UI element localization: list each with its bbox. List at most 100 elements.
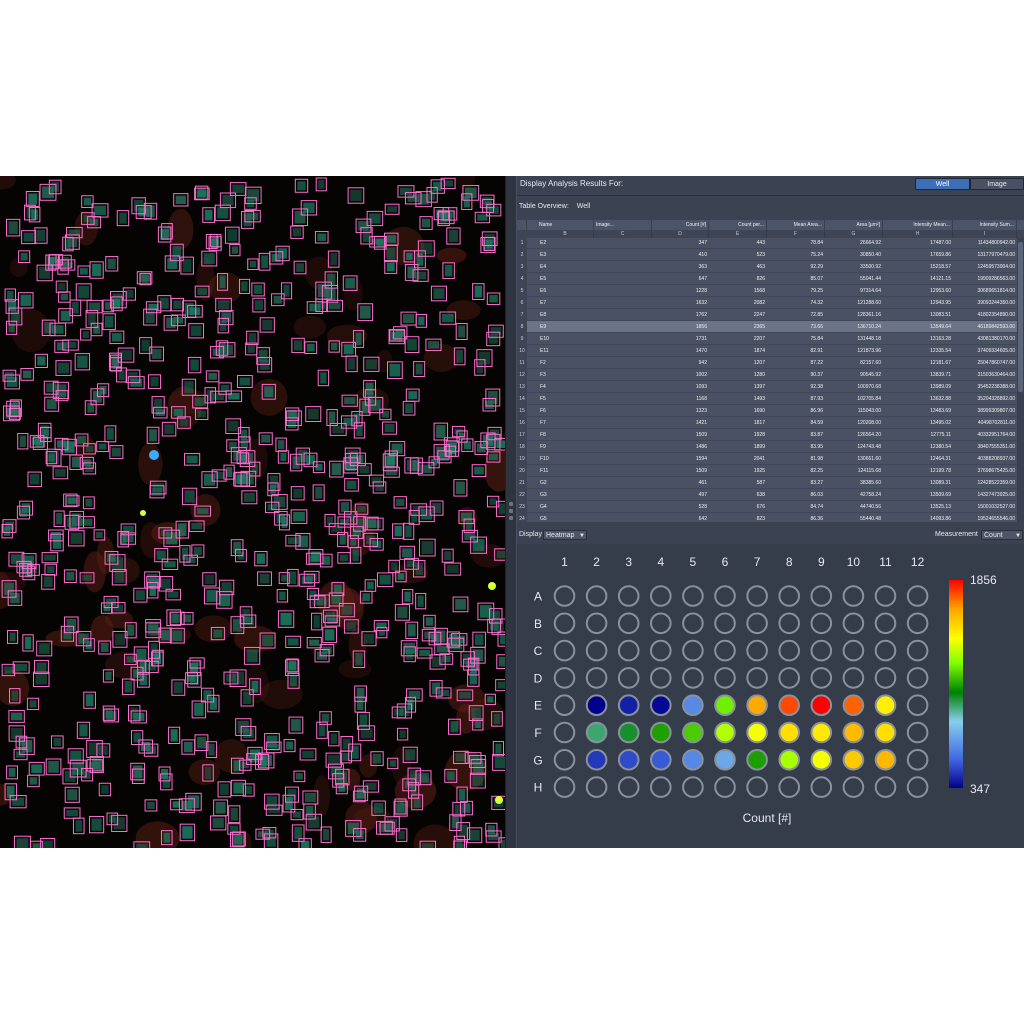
plate-well[interactable] [906, 667, 929, 689]
plate-well[interactable] [906, 721, 929, 744]
plate-well[interactable] [906, 612, 929, 635]
plate-well[interactable] [810, 585, 833, 607]
plate-well[interactable] [874, 667, 897, 689]
plate-well[interactable] [553, 639, 576, 662]
plate-well[interactable] [874, 694, 897, 716]
plate-well[interactable] [553, 749, 576, 771]
plate-well[interactable] [842, 721, 865, 744]
splitter[interactable] [505, 176, 517, 848]
plate-well[interactable] [746, 639, 768, 662]
plate-well[interactable] [553, 721, 576, 744]
plate-well[interactable] [778, 639, 801, 662]
table-body[interactable]: 1 E2 347 443 78.84 26664.92 17487.00 1143480094… [517, 238, 1024, 522]
plate-well[interactable] [650, 585, 672, 607]
plate-well[interactable] [842, 776, 865, 798]
plate-well[interactable] [650, 694, 672, 716]
plate-well[interactable] [650, 667, 672, 689]
plate-well[interactable] [617, 585, 640, 607]
table-row[interactable]: 11 F2 942 1207 87.22 82157.60 12181.67 25047860… [517, 357, 1017, 369]
plate-well[interactable] [778, 749, 801, 771]
plate-well[interactable] [778, 585, 801, 607]
plate-well[interactable] [714, 721, 736, 744]
plate-well[interactable] [778, 667, 801, 689]
plate-well[interactable] [810, 639, 833, 662]
plate-well[interactable] [682, 639, 704, 662]
table-row[interactable]: 4 E5 647 826 85.07 55041.44 14121.15 1990928656… [517, 273, 1017, 285]
table-row[interactable]: 5 E6 1228 1568 79.25 97314.64 12953.60 30689651… [517, 285, 1017, 297]
column-header[interactable]: Count per... [709, 220, 767, 230]
plate-well[interactable] [585, 749, 608, 771]
plate-well[interactable] [746, 612, 768, 635]
plate-well[interactable] [810, 721, 833, 744]
plate-well[interactable] [682, 776, 704, 798]
plate-well[interactable] [810, 612, 833, 635]
plate-well[interactable] [810, 667, 833, 689]
table-row[interactable]: 18 F9 1486 1899 83.95 124743.48 12380.54 384075… [517, 441, 1017, 453]
plate-well[interactable] [906, 694, 929, 716]
plate-well[interactable] [617, 721, 640, 744]
column-header[interactable]: Mean Area... [767, 220, 825, 230]
plate-well[interactable] [553, 776, 576, 798]
plate-well[interactable] [585, 639, 608, 662]
plate-well[interactable] [842, 585, 865, 607]
plate-well[interactable] [810, 749, 833, 771]
plate-well[interactable] [906, 585, 929, 607]
table-row[interactable]: 14 F5 1168 1493 87.93 102705.84 13632.88 352043… [517, 393, 1017, 405]
table-row[interactable]: 13 F4 1093 1397 92.38 100970.68 13989.09 354522… [517, 381, 1017, 393]
table-row[interactable]: 20 F11 1509 1925 82.25 124115.68 12199.78 37698… [517, 465, 1017, 477]
measurement-dropdown[interactable]: Count ▼ [981, 530, 1023, 540]
plate-well[interactable] [682, 721, 704, 744]
plate-well[interactable] [746, 749, 768, 771]
plate-well[interactable] [810, 776, 833, 798]
display-mode-dropdown[interactable]: Heatmap ▼ [543, 530, 587, 540]
plate-well[interactable] [842, 749, 865, 771]
toggle-well-button[interactable]: Well [915, 178, 970, 190]
plate-well[interactable] [746, 667, 768, 689]
plate-well[interactable] [585, 585, 608, 607]
plate-well[interactable] [778, 612, 801, 635]
column-header[interactable]: Area [µm²] [825, 220, 883, 230]
table-row[interactable]: 2 E3 410 523 75.24 30850.40 17659.86 1317797047… [517, 249, 1017, 261]
table-row[interactable]: 6 E7 1632 2082 74.32 121288.60 12943.95 3909324… [517, 297, 1017, 309]
plate-well[interactable] [585, 612, 608, 635]
plate-well[interactable] [906, 776, 929, 798]
plate-well[interactable] [842, 667, 865, 689]
results-table[interactable]: Name Image... Count [#] Count per... Mean Ar… [517, 220, 1024, 522]
table-row[interactable]: 3 E4 363 463 92.29 33500.92 15218.57 1245957300… [517, 261, 1017, 273]
table-row[interactable]: 1 E2 347 443 78.84 26664.92 17487.00 1143480094… [517, 238, 1017, 249]
plate-well[interactable] [714, 667, 736, 689]
plate-well[interactable] [874, 612, 897, 635]
table-row[interactable]: 7 E8 1762 2247 72.85 128361.16 13083.51 4180235… [517, 309, 1017, 321]
table-row[interactable]: 23 G4 528 676 84.74 44740.56 13525.13 150010325… [517, 501, 1017, 513]
plate-well[interactable] [617, 639, 640, 662]
table-row[interactable]: 8 E9 1856 2365 73.66 136710.24 13549.64 4618984… [517, 321, 1017, 333]
scrollbar-thumb[interactable] [1018, 242, 1023, 392]
plate-well[interactable] [617, 776, 640, 798]
column-header[interactable]: Name [537, 220, 594, 230]
plate-well[interactable] [746, 776, 768, 798]
plate-well[interactable] [842, 694, 865, 716]
plate-well[interactable] [906, 639, 929, 662]
plate-well[interactable] [585, 694, 608, 716]
plate-well[interactable] [650, 612, 672, 635]
plate-well[interactable] [553, 585, 576, 607]
plate-well[interactable] [617, 612, 640, 635]
column-header[interactable]: Intensity Mean... [883, 220, 953, 230]
plate-well[interactable] [842, 639, 865, 662]
plate-well[interactable] [617, 694, 640, 716]
plate-well[interactable] [906, 749, 929, 771]
plate-well[interactable] [553, 694, 576, 716]
plate-well[interactable] [650, 776, 672, 798]
plate-well[interactable] [746, 721, 768, 744]
plate-well[interactable] [714, 749, 736, 771]
toggle-image-button[interactable]: Image [970, 178, 1024, 190]
plate-well[interactable] [650, 721, 672, 744]
plate-well[interactable] [682, 667, 704, 689]
plate-well[interactable] [553, 667, 576, 689]
plate-well[interactable] [874, 721, 897, 744]
plate-well[interactable] [682, 694, 704, 716]
plate-well[interactable] [650, 639, 672, 662]
table-row[interactable]: 17 F8 1509 1928 83.87 126564.20 12775.11 403329… [517, 429, 1017, 441]
plate-well[interactable] [714, 639, 736, 662]
column-header[interactable]: Count [#] [652, 220, 709, 230]
